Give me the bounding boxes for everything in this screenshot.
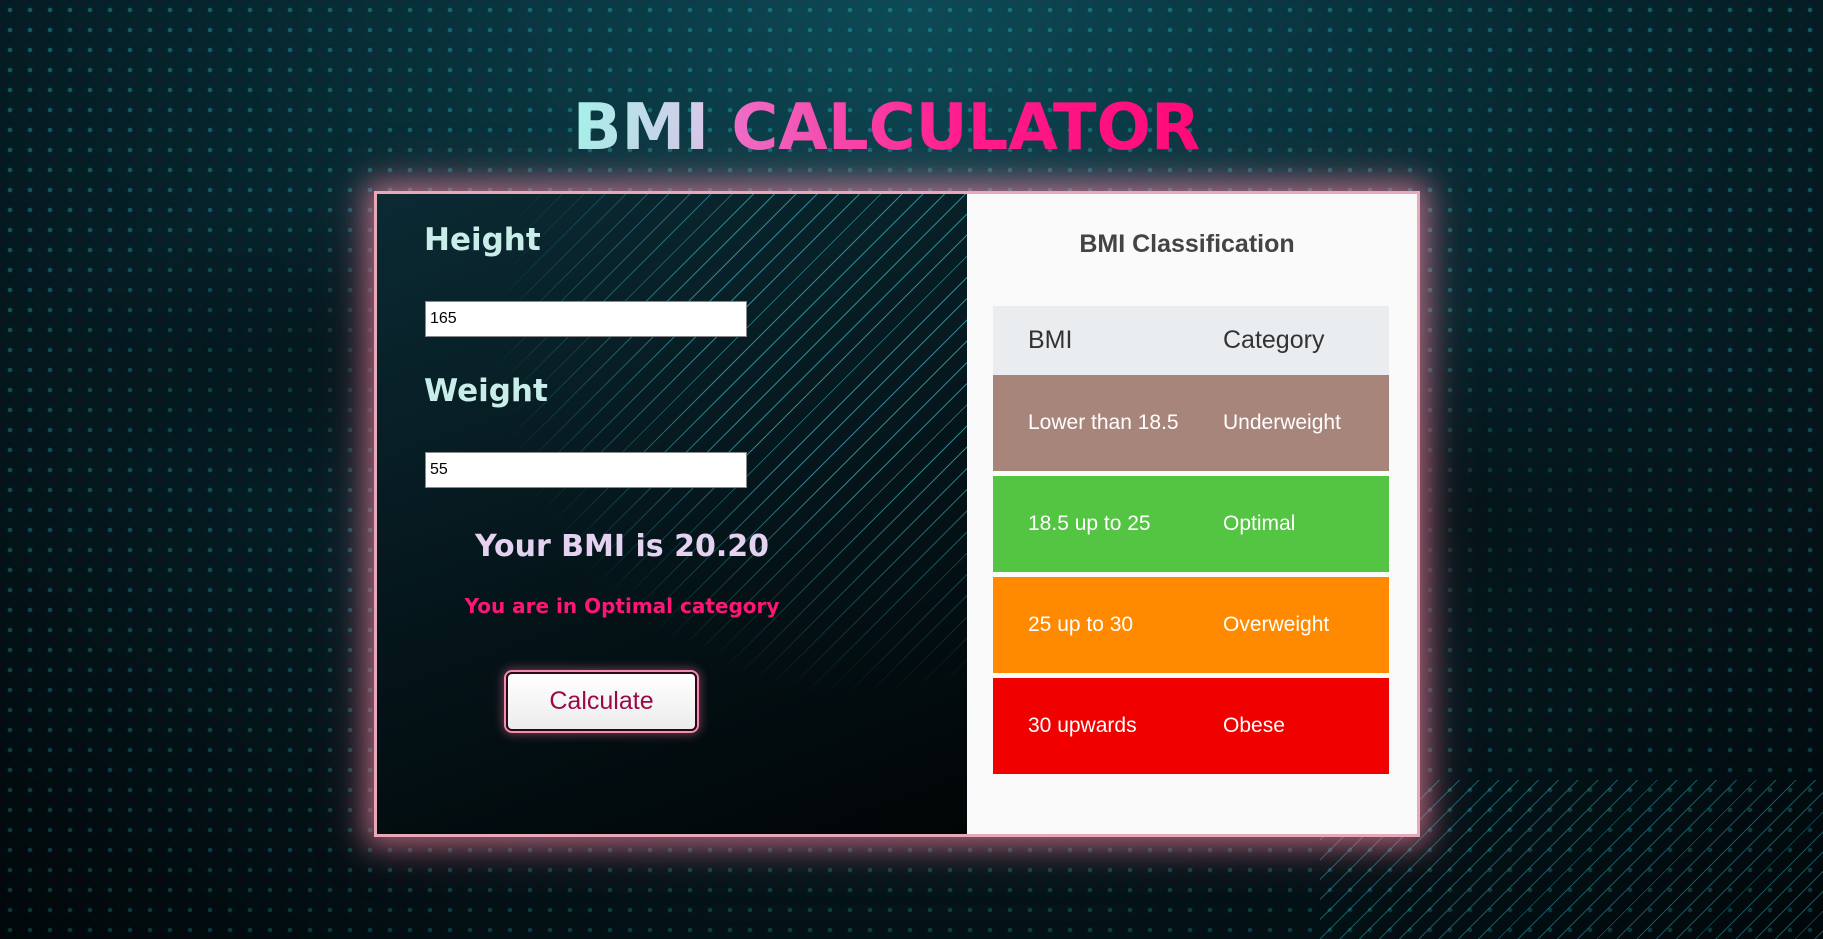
height-input[interactable]	[425, 301, 747, 337]
decorative-stripes	[497, 194, 967, 694]
cell-category: Underweight	[1188, 375, 1389, 476]
bmi-category-message: You are in Optimal category	[464, 594, 780, 618]
table-row-optimal: 18.5 up to 25 Optimal	[993, 476, 1389, 577]
page-title-part1: BMI	[572, 91, 710, 165]
calculator-form-panel: Height Weight Your BMI is 20.20 You are …	[377, 194, 967, 834]
weight-input[interactable]	[425, 452, 747, 488]
calculator-card: Height Weight Your BMI is 20.20 You are …	[377, 194, 1417, 834]
classification-table: BMI Category Lower than 18.5 Underweight…	[993, 306, 1389, 779]
table-row-underweight: Lower than 18.5 Underweight	[993, 375, 1389, 476]
table-row-overweight: 25 up to 30 Overweight	[993, 577, 1389, 678]
cell-category: Optimal	[1188, 476, 1389, 577]
height-label: Height	[424, 222, 541, 258]
classification-title: BMI Classification	[1079, 230, 1295, 258]
calculate-button[interactable]: Calculate	[506, 672, 697, 731]
weight-label: Weight	[424, 373, 548, 409]
table-header-row: BMI Category	[993, 306, 1389, 375]
cell-bmi-range: 18.5 up to 25	[993, 476, 1188, 577]
cell-category: Overweight	[1188, 577, 1389, 678]
header-bmi: BMI	[993, 306, 1188, 375]
cell-bmi-range: 30 upwards	[993, 678, 1188, 779]
classification-panel: BMI Classification BMI Category Lower th…	[967, 194, 1417, 834]
bmi-result-text: Your BMI is 20.20	[475, 529, 769, 564]
cell-bmi-range: 25 up to 30	[993, 577, 1188, 678]
bmi-result: Your BMI is 20.20	[432, 529, 812, 564]
table-row-obese: 30 upwards Obese	[993, 678, 1389, 779]
page-title-part2: CALCULATOR	[731, 91, 1201, 165]
page-title: BMI CALCULATOR	[0, 88, 1773, 168]
cell-bmi-range: Lower than 18.5	[993, 375, 1188, 476]
cell-category: Obese	[1188, 678, 1389, 779]
header-category: Category	[1188, 306, 1389, 375]
